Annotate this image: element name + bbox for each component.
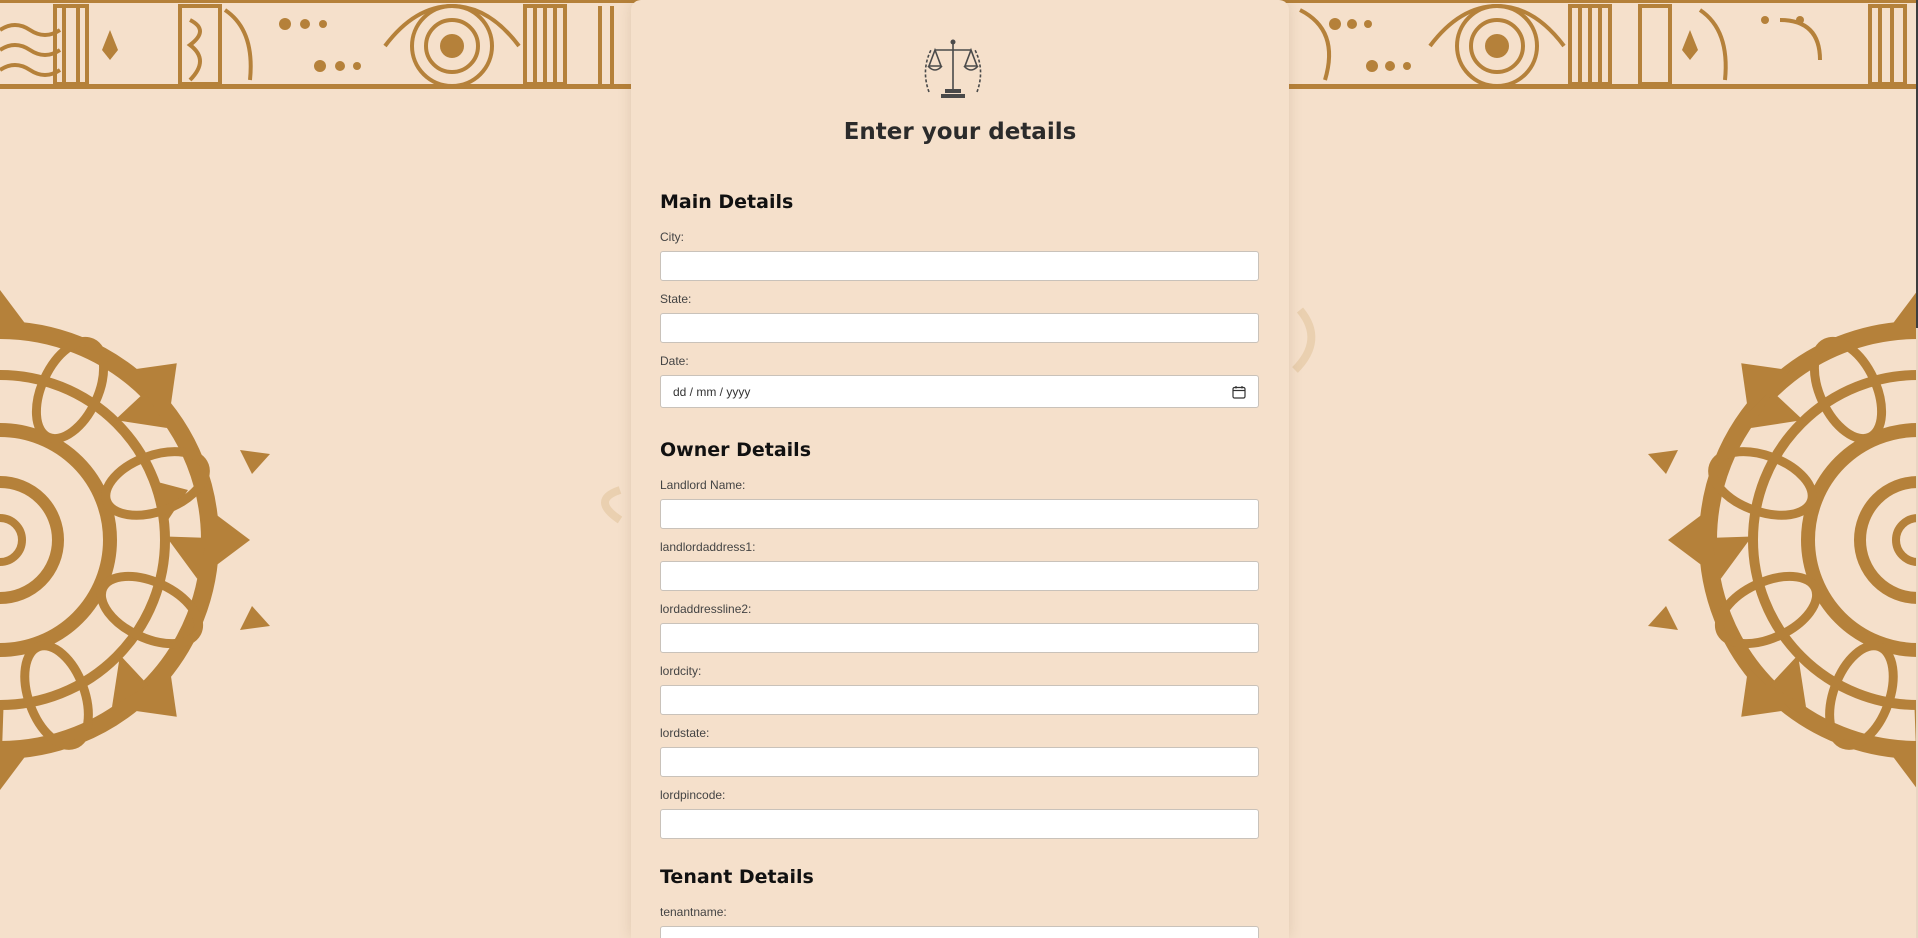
city-label: City:	[660, 230, 684, 244]
details-form-card: Enter your details Main Details City: St…	[631, 0, 1289, 938]
section-heading-tenant: Tenant Details	[660, 866, 814, 888]
lord-pincode-input[interactable]	[660, 809, 1259, 839]
lord-city-label: lordcity:	[660, 664, 702, 678]
calendar-icon[interactable]	[1232, 385, 1246, 399]
landlord-address1-input[interactable]	[660, 561, 1259, 591]
lord-state-input[interactable]	[660, 747, 1259, 777]
state-input[interactable]	[660, 313, 1259, 343]
date-label: Date:	[660, 354, 689, 368]
state-label: State:	[660, 292, 692, 306]
page-title: Enter your details	[843, 119, 1077, 145]
tenant-name-label: tenantname:	[660, 905, 727, 919]
lord-pincode-label: lordpincode:	[660, 788, 726, 802]
left-mandala-ornament	[0, 290, 270, 790]
date-input[interactable]: dd / mm / yyyy	[660, 375, 1259, 408]
date-placeholder: dd / mm / yyyy	[673, 385, 751, 399]
right-mandala-ornament	[1648, 290, 1918, 790]
lord-address-line2-input[interactable]	[660, 623, 1259, 653]
landlord-name-input[interactable]	[660, 499, 1259, 529]
faint-ornament	[601, 486, 623, 524]
landlord-name-label: Landlord Name:	[660, 478, 746, 492]
section-heading-main: Main Details	[660, 191, 794, 213]
tenant-name-input[interactable]	[660, 926, 1259, 938]
lord-city-input[interactable]	[660, 685, 1259, 715]
city-input[interactable]	[660, 251, 1259, 281]
landlord-address1-label: landlordaddress1:	[660, 540, 756, 554]
lord-address-line2-label: lordaddressline2:	[660, 602, 752, 616]
lord-state-label: lordstate:	[660, 726, 710, 740]
scales-of-justice-icon	[924, 39, 982, 98]
section-heading-owner: Owner Details	[660, 439, 811, 461]
